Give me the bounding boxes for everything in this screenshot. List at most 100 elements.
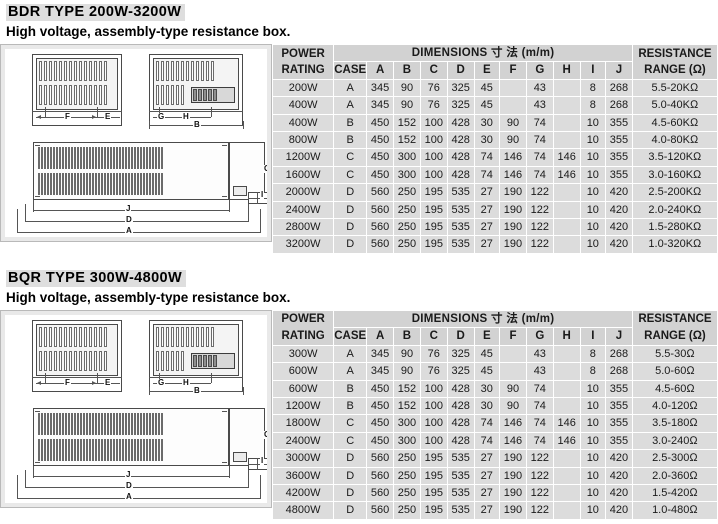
arrow-head <box>37 115 41 119</box>
cell-e: 74 <box>473 148 501 167</box>
header-col-case: CASE <box>333 61 368 80</box>
cell-e: 74 <box>473 431 501 451</box>
cell-a: 450 <box>366 113 395 133</box>
table-row: 1600W C 450 300 100 428 74 146 74 146 10 355 3.0-160… <box>271 165 718 185</box>
cell-b: 250 <box>393 466 421 485</box>
cell-case: D <box>333 449 368 468</box>
cell-b: 90 <box>393 362 421 381</box>
cell-g: 74 <box>525 148 554 167</box>
cell-e: 27 <box>473 235 501 254</box>
cell-i: 8 <box>579 78 607 98</box>
resistor-fins <box>38 147 224 169</box>
cell-resistance: 3.0-240Ω <box>631 431 718 451</box>
cell-f <box>499 78 527 98</box>
cell-c: 100 <box>419 414 448 433</box>
cell-c: 195 <box>419 501 448 520</box>
table-row: 1800W C 450 300 100 428 74 146 74 146 10 355 3.5-180… <box>271 414 718 433</box>
cell-a: 345 <box>366 362 395 381</box>
cell-h <box>552 449 581 468</box>
cell-case: D <box>333 235 368 254</box>
cell-b: 300 <box>393 165 421 185</box>
table-row: 300W A 345 90 76 325 45 43 8 268 5.5-30Ω <box>271 344 718 364</box>
cell-resistance: 2.5-300Ω <box>631 449 718 468</box>
cell-b: 250 <box>393 200 421 220</box>
arrow-head <box>37 380 41 385</box>
cell-j: 355 <box>605 414 633 433</box>
header-power-line2: RATING <box>281 329 325 342</box>
resistor-fins <box>156 350 186 371</box>
header-col-case: CASE <box>333 327 368 346</box>
cell-h: 146 <box>552 431 581 451</box>
cell-g: 74 <box>525 379 554 398</box>
section-title: BDR TYPE 200W-3200W <box>6 4 186 21</box>
cell-d: 428 <box>446 113 475 133</box>
dimension-line <box>97 372 98 383</box>
cell-e: 27 <box>473 483 501 503</box>
cell-i: 10 <box>579 131 607 150</box>
cell-i: 8 <box>579 344 607 364</box>
dimension-line <box>45 107 46 117</box>
cell-power: 300W <box>271 344 335 364</box>
cell-i: 10 <box>579 449 607 468</box>
cell-resistance: 3.0-160KΩ <box>631 165 718 185</box>
cell-i: 10 <box>579 379 607 398</box>
cell-d: 325 <box>446 96 475 115</box>
cell-c: 76 <box>419 96 448 115</box>
table-header-row-top: POWER RATING DIMENSIONS 寸 法 (m/m) RESISTANC… <box>271 309 718 346</box>
cell-h: 146 <box>552 148 581 167</box>
specification-table: POWER RATING DIMENSIONS 寸 法 (m/m) RESISTANC… <box>271 309 718 520</box>
cell-g: 122 <box>525 183 554 202</box>
specification-table: POWER RATING DIMENSIONS 寸 法 (m/m) RESISTANC… <box>271 43 718 254</box>
cell-d: 535 <box>446 501 475 520</box>
cell-power: 3600W <box>271 466 335 485</box>
cell-c: 76 <box>419 344 448 364</box>
cell-f: 190 <box>499 183 527 202</box>
cell-d: 428 <box>446 131 475 150</box>
cell-e: 74 <box>473 165 501 185</box>
cell-c: 76 <box>419 362 448 381</box>
cell-g: 74 <box>525 414 554 433</box>
cell-i: 10 <box>579 148 607 167</box>
cell-g: 74 <box>525 431 554 451</box>
cell-i: 10 <box>579 431 607 451</box>
cell-e: 74 <box>473 414 501 433</box>
cell-d: 325 <box>446 362 475 381</box>
cell-j: 420 <box>605 235 633 254</box>
table-header-row-top: POWER RATING DIMENSIONS 寸 法 (m/m) RESISTANC… <box>271 43 718 80</box>
header-col-e: E <box>473 327 501 346</box>
resistor-fins <box>39 61 115 81</box>
cell-resistance: 5.5-30Ω <box>631 344 718 364</box>
cell-resistance: 3.5-120KΩ <box>631 148 718 167</box>
dimension-line <box>211 372 212 383</box>
section-body: F E G H B I C J D A POWER RATING DIMENSIONS 寸 法 (m/m… <box>0 43 718 254</box>
header-resistance-line2: RANGE (Ω) <box>644 63 706 76</box>
header-dimensions: DIMENSIONS 寸 法 (m/m) <box>333 43 633 63</box>
header-resistance-line1: RESISTANCE <box>638 47 712 60</box>
cell-e: 45 <box>473 344 501 364</box>
cell-g: 122 <box>525 449 554 468</box>
cell-power: 1200W <box>271 148 335 167</box>
dimension-line <box>149 386 150 395</box>
cell-a: 560 <box>366 235 395 254</box>
cell-power: 600W <box>271 379 335 398</box>
cell-j: 355 <box>605 148 633 167</box>
cell-h <box>552 466 581 485</box>
table-row: 3600W D 560 250 195 535 27 190 122 10 420 2.0-360Ω <box>271 466 718 485</box>
cell-c: 195 <box>419 449 448 468</box>
cell-b: 152 <box>393 379 421 398</box>
dimension-label-d: D <box>125 480 133 490</box>
cell-f: 190 <box>499 483 527 503</box>
header-power-line1: POWER <box>281 47 325 60</box>
header-col-h: H <box>552 327 581 346</box>
header-col-d: D <box>446 327 475 346</box>
cell-resistance: 2.0-240KΩ <box>631 200 718 220</box>
cell-g: 122 <box>525 501 554 520</box>
dimension-line <box>211 107 212 117</box>
cell-power: 3000W <box>271 449 335 468</box>
dimension-label-c: C <box>263 430 267 439</box>
cell-i: 10 <box>579 466 607 485</box>
cell-c: 100 <box>419 396 448 416</box>
cell-case: A <box>333 96 368 115</box>
cell-f: 190 <box>499 501 527 520</box>
cell-f: 90 <box>499 131 527 150</box>
